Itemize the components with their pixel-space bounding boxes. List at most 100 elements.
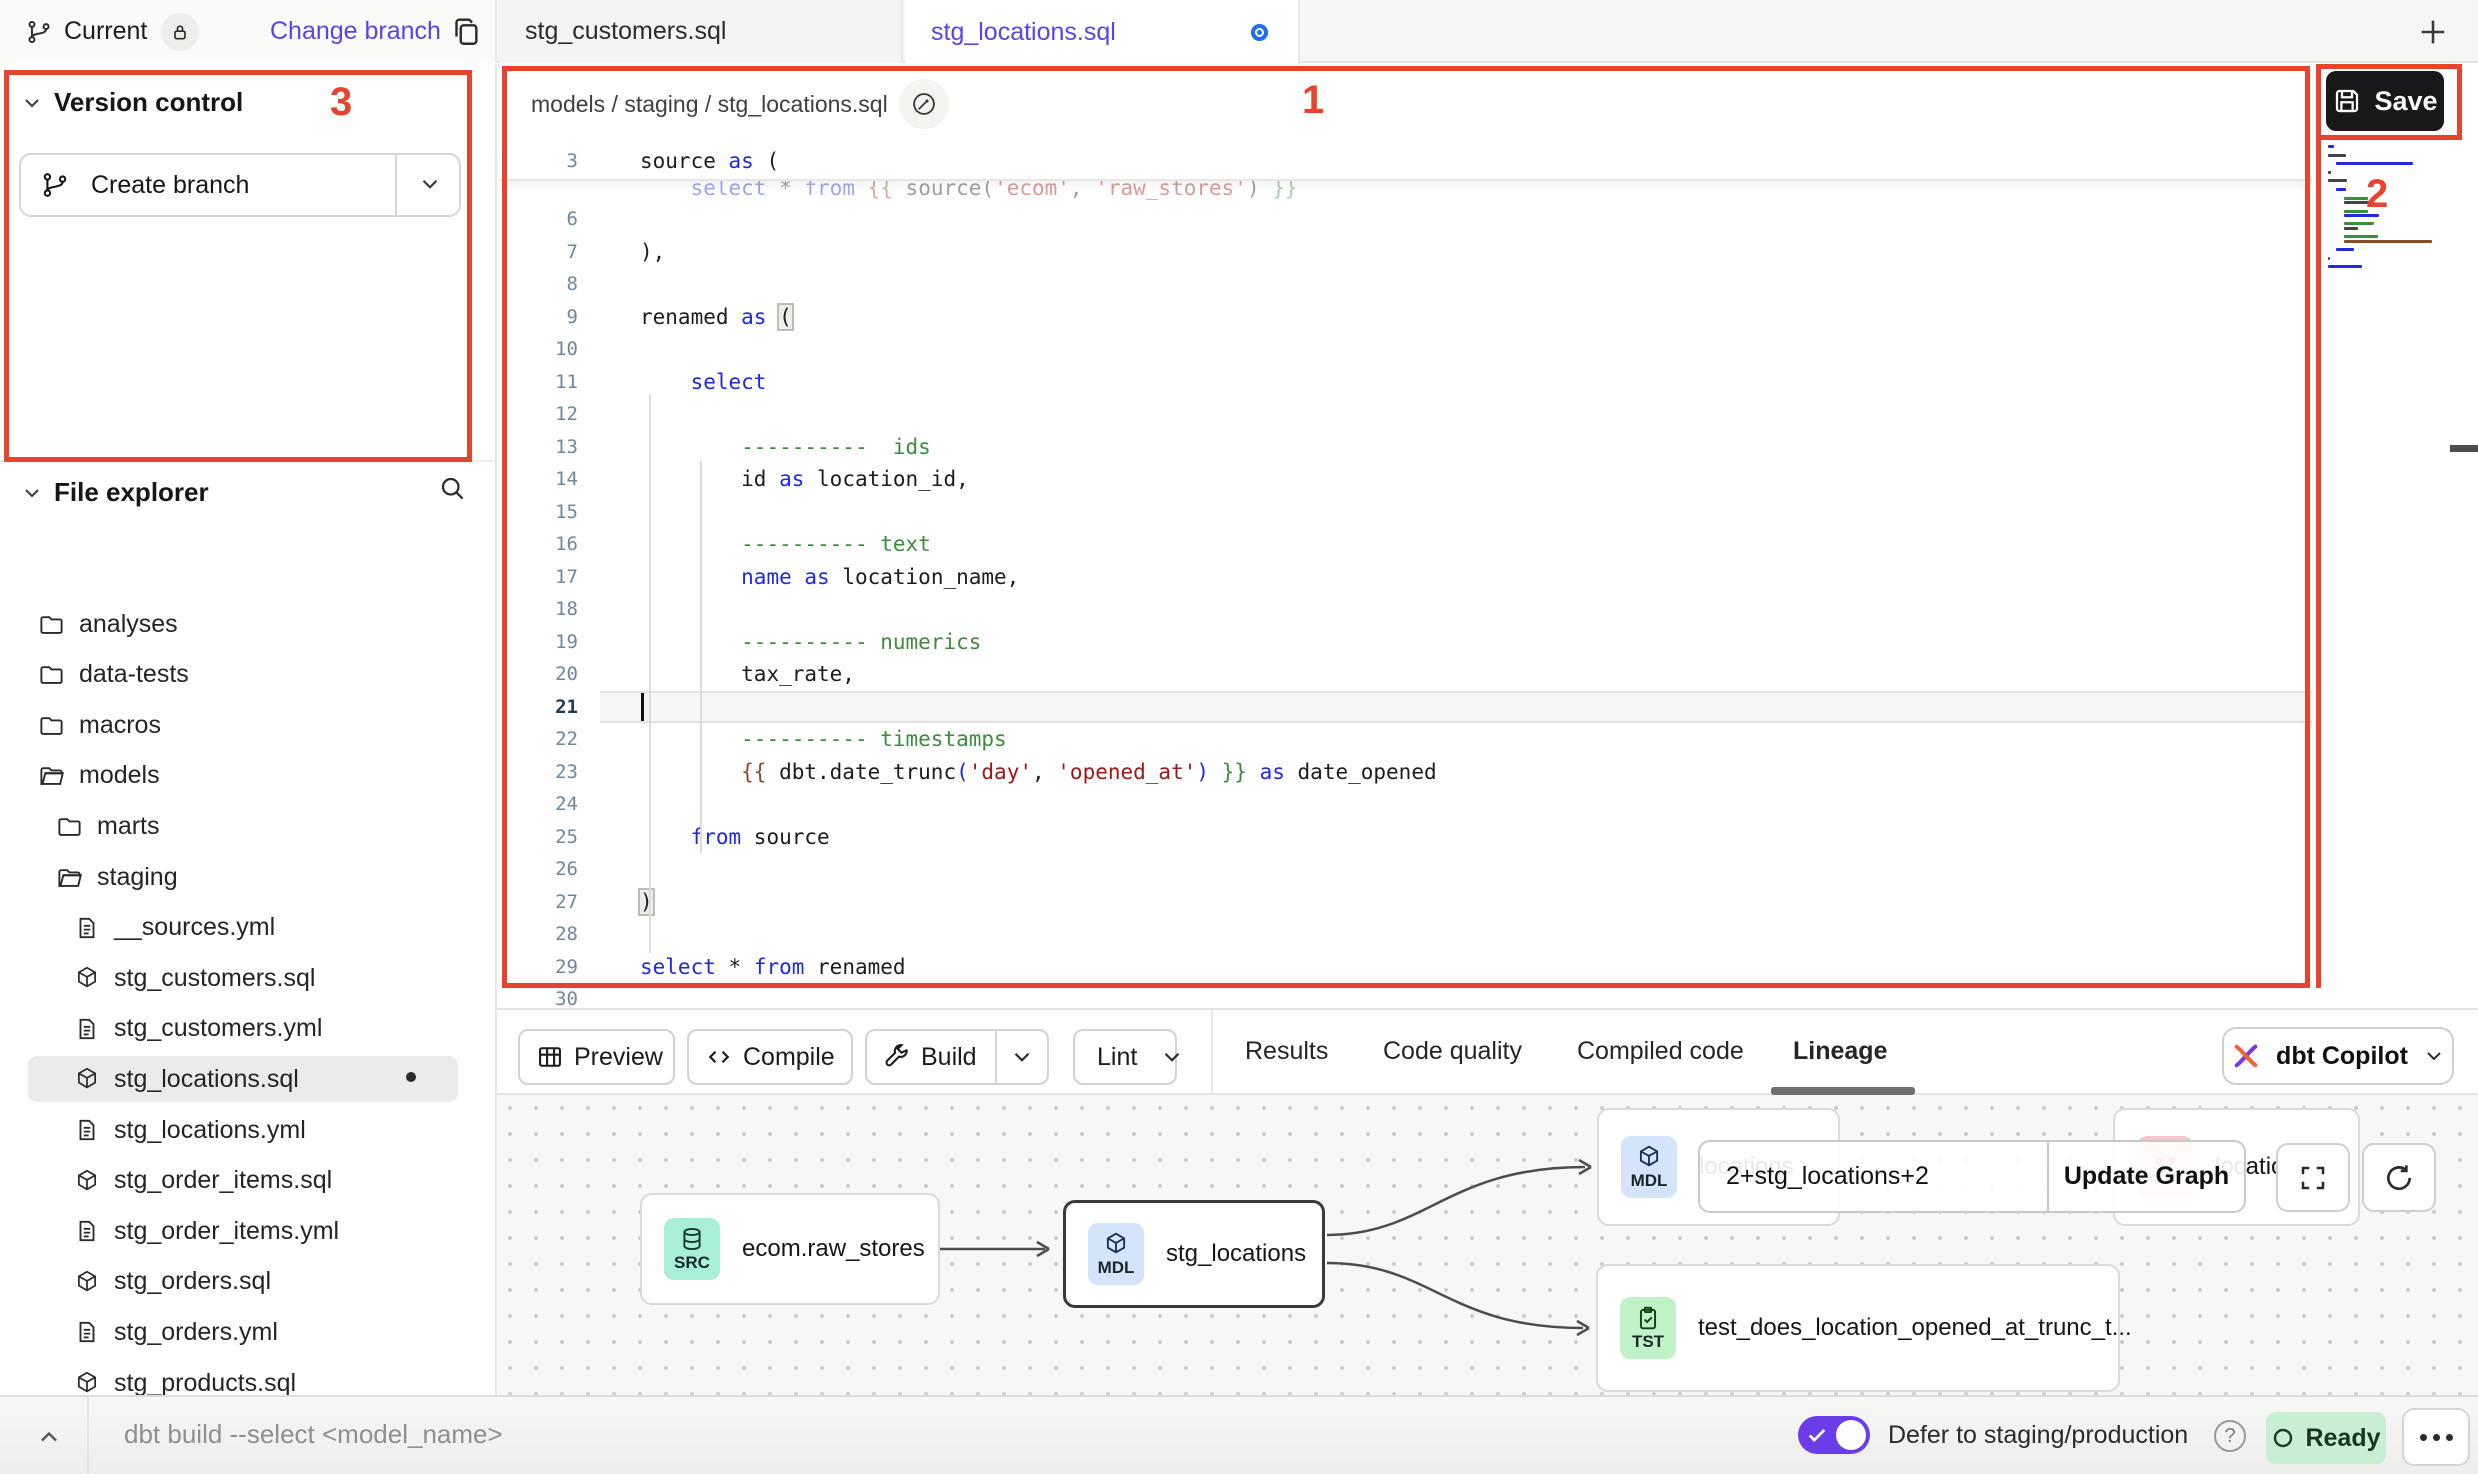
code-line-content: tax_rate,	[600, 658, 2312, 691]
chevron-down-icon[interactable]	[997, 1044, 1047, 1070]
code-line-17[interactable]: 17 name as location_name,	[499, 561, 2312, 594]
code-line-14[interactable]: 14 id as location_id,	[499, 463, 2312, 496]
code-line-27[interactable]: 27)	[499, 886, 2312, 919]
tab-stg-locations-active[interactable]: stg_locations.sql	[905, 0, 1300, 65]
file-row-stg_customers.sql[interactable]: stg_customers.sql	[28, 955, 458, 1001]
ready-status-badge[interactable]: Ready	[2266, 1412, 2386, 1464]
expand-command-button[interactable]	[24, 1417, 74, 1457]
fullscreen-button[interactable]	[2276, 1143, 2350, 1212]
file-row-__sources.yml[interactable]: __sources.yml	[28, 905, 458, 951]
update-graph-button[interactable]: Update Graph	[2049, 1142, 2244, 1211]
code-line-content: select * from {{ source('ecom', 'raw_sto…	[600, 181, 2312, 194]
code-line-5[interactable]: select * from {{ source('ecom', 'raw_sto…	[499, 181, 2312, 203]
line-number: 12	[499, 398, 600, 431]
more-options-button[interactable]	[2402, 1408, 2470, 1466]
file-row-data-tests[interactable]: data-tests	[28, 652, 458, 698]
node-badge-SRC: SRC	[664, 1218, 720, 1280]
save-button[interactable]: Save	[2326, 71, 2444, 131]
code-line-13[interactable]: 13 ---------- ids	[499, 431, 2312, 464]
change-branch-link[interactable]: Change branch	[270, 17, 441, 46]
toolbar-divider	[1211, 1010, 1213, 1093]
line-number: 21	[499, 691, 600, 724]
code-line-21[interactable]: 21	[499, 691, 2312, 724]
file-row-stg_orders.sql[interactable]: stg_orders.sql	[28, 1259, 458, 1305]
code-line-22[interactable]: 22 ---------- timestamps	[499, 723, 2312, 756]
file-row-models[interactable]: models	[28, 753, 458, 799]
tab-code-quality[interactable]: Code quality	[1383, 1010, 1522, 1093]
minimap-line	[2344, 210, 2368, 213]
preview-label: Preview	[564, 1043, 681, 1072]
file-row-stg_order_items.yml[interactable]: stg_order_items.yml	[28, 1208, 458, 1254]
new-tab-button[interactable]	[2410, 10, 2456, 54]
file-row-stg_locations.sql[interactable]: stg_locations.sql	[28, 1056, 458, 1102]
code-line-20[interactable]: 20 tax_rate,	[499, 658, 2312, 691]
code-line-18[interactable]: 18	[499, 593, 2312, 626]
save-label: Save	[2374, 86, 2437, 117]
file-row-stg_locations.yml[interactable]: stg_locations.yml	[28, 1107, 458, 1153]
unsaved-changes-dot	[1251, 24, 1268, 41]
compile-button[interactable]: Compile	[687, 1029, 853, 1085]
minimap-line	[2328, 257, 2330, 260]
code-line-16[interactable]: 16 ---------- text	[499, 528, 2312, 561]
lineage-node-model-node[interactable]: MDLstg_locations	[1063, 1200, 1325, 1308]
code-lines[interactable]: select * from {{ source('ecom', 'raw_sto…	[499, 181, 2312, 1016]
tab-stg-customers[interactable]: stg_customers.sql	[499, 0, 903, 63]
code-line-15[interactable]: 15	[499, 496, 2312, 529]
view-docs-button[interactable]	[899, 79, 949, 129]
database-icon	[679, 1226, 705, 1252]
tab-compiled-code[interactable]: Compiled code	[1577, 1010, 1744, 1093]
scrollbar-thumb[interactable]	[2450, 445, 2478, 452]
code-line-9[interactable]: 9renamed as (	[499, 301, 2312, 334]
create-branch-button[interactable]: Create branch	[19, 153, 461, 217]
command-input[interactable]: dbt build --select <model_name>	[124, 1419, 503, 1450]
code-line-23[interactable]: 23 {{ dbt.date_trunc('day', 'opened_at')…	[499, 756, 2312, 789]
copy-icon[interactable]	[448, 14, 482, 48]
code-line-7[interactable]: 7),	[499, 236, 2312, 269]
code-line-content	[600, 691, 2312, 724]
minimap[interactable]	[2322, 141, 2472, 271]
node-badge-MDL: MDL	[1088, 1223, 1144, 1285]
lineage-node-test-node[interactable]: TSTtest_does_location_opened_at_trunc_t.…	[1596, 1264, 2120, 1392]
bottom-toolbar: PreviewCompileBuild Lint Results Code qual…	[497, 1008, 2478, 1095]
build-button[interactable]: Build	[865, 1029, 1049, 1085]
code-line-29[interactable]: 29select * from renamed	[499, 951, 2312, 984]
file-row-stg_customers.yml[interactable]: stg_customers.yml	[28, 1006, 458, 1052]
file-explorer-header[interactable]: File explorer	[0, 477, 495, 508]
code-line-content: {{ dbt.date_trunc('day', 'opened_at') }}…	[600, 756, 2312, 789]
tab-lineage[interactable]: Lineage	[1793, 1010, 1887, 1093]
file-row-analyses[interactable]: analyses	[28, 601, 458, 647]
preview-button[interactable]: Preview	[518, 1029, 675, 1085]
help-icon[interactable]: ?	[2214, 1420, 2246, 1452]
lineage-selector-input[interactable]	[1700, 1142, 2047, 1211]
doc-icon	[74, 1319, 100, 1345]
code-line-25[interactable]: 25 from source	[499, 821, 2312, 854]
create-branch-dropdown[interactable]	[417, 171, 443, 197]
file-row-marts[interactable]: marts	[28, 803, 458, 849]
search-icon[interactable]	[437, 473, 467, 503]
file-row-macros[interactable]: macros	[28, 702, 458, 748]
lineage-node-source-node[interactable]: SRCecom.raw_stores	[640, 1193, 940, 1305]
code-line-6[interactable]: 6	[499, 203, 2312, 236]
tab-results[interactable]: Results	[1245, 1010, 1328, 1093]
code-line-24[interactable]: 24	[499, 788, 2312, 821]
lineage-graph[interactable]: SRCecom.raw_storesMDLstg_locationsMDLloc…	[497, 1095, 2478, 1395]
file-row-stg_orders.yml[interactable]: stg_orders.yml	[28, 1309, 458, 1355]
code-line-10[interactable]: 10	[499, 333, 2312, 366]
code-line-12[interactable]: 12	[499, 398, 2312, 431]
code-line-26[interactable]: 26	[499, 853, 2312, 886]
code-line-19[interactable]: 19 ---------- numerics	[499, 626, 2312, 659]
refresh-button[interactable]	[2362, 1143, 2436, 1212]
node-badge-TST: TST	[1620, 1297, 1676, 1359]
code-line-11[interactable]: 11 select	[499, 366, 2312, 399]
code-line-8[interactable]: 8	[499, 268, 2312, 301]
chevron-down-icon[interactable]	[1159, 1044, 1185, 1070]
file-row-staging[interactable]: staging	[28, 854, 458, 900]
version-control-header[interactable]: Version control	[0, 87, 243, 118]
dbt-copilot-button[interactable]: dbt Copilot	[2222, 1027, 2454, 1085]
file-row-stg_order_items.sql[interactable]: stg_order_items.sql	[28, 1158, 458, 1204]
defer-toggle[interactable]	[1798, 1416, 1870, 1454]
code-line-28[interactable]: 28	[499, 918, 2312, 951]
lint-button[interactable]: Lint	[1073, 1029, 1177, 1085]
line-number	[499, 181, 600, 203]
cube-icon	[1636, 1144, 1662, 1170]
